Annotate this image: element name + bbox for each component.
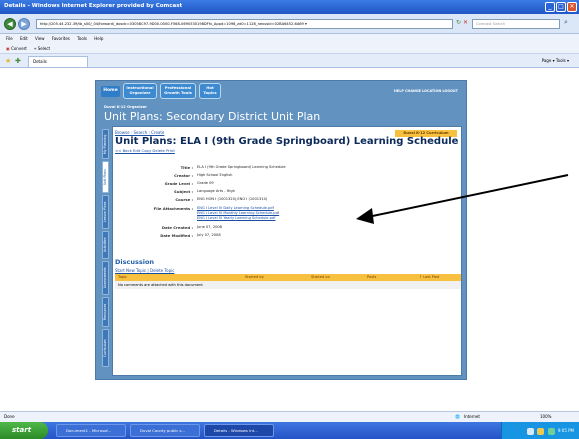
col-posts[interactable]: Posts — [367, 274, 376, 281]
tab-bar: ★ ✚ Details Page ▾ Tools ▾ — [0, 54, 579, 68]
app-frame: Home Instructional Organizer Professiona… — [95, 80, 467, 380]
stop-icon[interactable]: ✕ — [463, 19, 468, 26]
discussion-links[interactable]: Start New Topic | Delete Topic — [115, 268, 174, 273]
field-value-date-modified: July 07, 2008 — [197, 233, 221, 237]
field-value-creator: High School English — [197, 173, 233, 177]
field-value-grade: Grade 09 — [197, 181, 214, 185]
col-last-post[interactable]: ↑ Last Post — [419, 274, 439, 281]
discussion-table-header: Topic Started by Started on Posts ↑ Last… — [115, 274, 461, 281]
nav-tab-professional-growth[interactable]: Professional Growth Tools — [160, 83, 196, 99]
search-input[interactable]: Comcast Search — [472, 19, 560, 29]
side-tab-assessments[interactable]: Assessments — [102, 261, 109, 295]
field-label-title: Title : — [180, 165, 193, 170]
menu-edit[interactable]: Edit — [20, 36, 28, 41]
maximize-button[interactable]: □ — [556, 2, 566, 12]
field-label-date-created: Date Created : — [161, 225, 193, 230]
taskbar-item-word[interactable]: Document1 - Microsof... — [56, 424, 126, 437]
taskbar-item-duval[interactable]: Duval County public s... — [130, 424, 200, 437]
field-label-creator: Creator : — [174, 173, 193, 178]
discussion-table: Topic Started by Started on Posts ↑ Last… — [115, 274, 461, 290]
tab-tools[interactable]: Page ▾ Tools ▾ — [542, 56, 569, 66]
network-icon[interactable] — [527, 427, 535, 435]
window-title-bar: Details - Windows Internet Explorer prov… — [0, 0, 579, 14]
side-tab-unit-plans[interactable]: Unit Plans — [102, 161, 109, 193]
side-tab-activities[interactable]: Activities — [102, 231, 109, 259]
home-tab[interactable]: Home — [101, 86, 120, 97]
col-started-by[interactable]: Started by — [245, 274, 264, 281]
back-icon[interactable]: ◀ — [4, 18, 16, 30]
internet-zone: Internet — [464, 414, 480, 419]
tab-details[interactable]: Details — [28, 56, 88, 67]
menu-help[interactable]: Help — [94, 36, 103, 41]
menu-favorites[interactable]: Favorites — [52, 36, 70, 41]
status-text: Done — [4, 414, 15, 419]
field-label-date-modified: Date Modified : — [160, 233, 193, 238]
select-button[interactable]: Select — [38, 46, 50, 51]
close-button[interactable]: ✕ — [567, 2, 577, 12]
nav-tab-instructional-organizer[interactable]: Instructional Organizer — [123, 83, 157, 99]
field-label-course: Course : — [175, 197, 193, 202]
field-value-subject: Language Arts - High — [197, 189, 235, 193]
field-value-date-created: June 07, 2008 — [197, 225, 222, 229]
search-icon[interactable]: ⌕ — [564, 18, 568, 27]
menu-file[interactable]: File — [6, 36, 13, 41]
breadcrumb[interactable]: Browse : Search : Create — [115, 130, 164, 135]
menu-bar: File Edit View Favorites Tools Help — [0, 34, 579, 44]
forward-icon[interactable]: ▶ — [18, 18, 30, 30]
menu-tools[interactable]: Tools — [77, 36, 87, 41]
field-value-title: ELA I (9th Grade Springboard) Learning S… — [197, 165, 286, 169]
discussion-heading: Discussion — [115, 258, 155, 266]
col-topic[interactable]: Topic — [118, 274, 127, 281]
side-tab-lesson-plans[interactable]: Lesson Plans — [102, 195, 109, 229]
field-label-grade: Grade Level : — [164, 181, 193, 186]
window-title: Details - Windows Internet Explorer prov… — [4, 3, 183, 9]
convert-button[interactable]: Convert — [11, 46, 27, 51]
add-favorite-icon[interactable]: ✚ — [15, 57, 21, 65]
volume-icon[interactable] — [537, 427, 545, 435]
nav-tab-hot-topics[interactable]: Hot Topics — [199, 83, 221, 99]
side-tab-curriculum[interactable]: Curriculum — [102, 329, 109, 367]
tab-title: Details — [33, 59, 47, 64]
favorites-star-icon[interactable]: ★ — [5, 57, 11, 65]
page-title: Unit Plans: ELA I (9th Grade Springboard… — [115, 136, 459, 147]
zoom-level[interactable]: 100% — [540, 412, 551, 422]
district-label: Duval K-12 Organizer — [104, 105, 147, 109]
convert-icon: ▣ — [6, 46, 10, 51]
refresh-icon[interactable]: ↻ — [456, 19, 461, 26]
minimize-button[interactable]: _ — [545, 2, 555, 12]
menu-view[interactable]: View — [35, 36, 45, 41]
side-tab-resources[interactable]: Resources — [102, 297, 109, 327]
attachment-link[interactable]: ENG I Level IV Daily Learning Schedule.p… — [197, 206, 274, 210]
taskbar: start Document1 - Microsof... Duval Coun… — [0, 422, 579, 439]
globe-icon: 🌐 — [455, 414, 460, 419]
empty-discussion-message: No comments are attached with this docum… — [115, 281, 461, 289]
field-label-attachments: File Attachments : — [153, 206, 193, 211]
security-icon[interactable] — [547, 427, 555, 435]
system-tray: 9:05 PM — [501, 422, 579, 439]
page-header: Unit Plans: Secondary District Unit Plan — [104, 110, 321, 123]
attachment-link[interactable]: ENG I Level IV Yearly Learning Schedule.… — [197, 216, 275, 220]
select-icon: ⌖ — [34, 46, 37, 51]
status-bar: Done 🌐 Internet 100% — [0, 411, 579, 422]
field-label-subject: Subject : — [174, 189, 193, 194]
links-bar: ▣ Convert ⌖ Select — [0, 44, 579, 54]
address-bar-row: ◀ ▶ http://205.44.232.39/tb_s00/_04/forw… — [0, 14, 579, 34]
clock: 9:05 PM — [557, 428, 574, 433]
top-links[interactable]: HELP CHANGE LOCATION LOGOUT — [394, 89, 458, 93]
content-panel: Browse : Search : Create Duval K-12 Curr… — [112, 126, 462, 376]
start-button[interactable]: start — [0, 422, 48, 439]
field-value-course: ENG HON I (1001320),ENG I (1001310) — [197, 197, 268, 201]
plan-tools[interactable]: << Back Edit Copy Delete Print — [115, 148, 175, 153]
col-started-on[interactable]: Started on — [311, 274, 330, 281]
taskbar-item-details[interactable]: Details - Windows Int... — [204, 424, 274, 437]
attachment-link[interactable]: ENG I Level IV Monthly Learning Schedule… — [197, 211, 279, 215]
address-input[interactable]: http://205.44.232.39/tb_s00/_04/forward/… — [36, 19, 453, 29]
side-tab-my-planning[interactable]: My Planning — [102, 129, 109, 159]
